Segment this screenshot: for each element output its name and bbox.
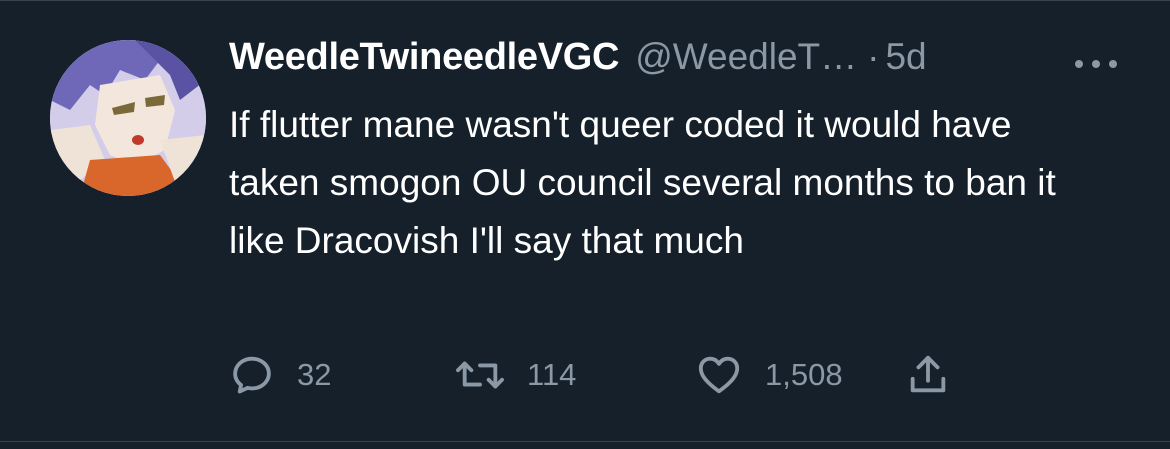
retweet-count: 114 [527, 357, 577, 392]
reply-count: 32 [297, 357, 332, 392]
more-dot [1092, 60, 1100, 68]
retweet-button[interactable]: 114 [455, 350, 576, 400]
like-count: 1,508 [765, 357, 843, 392]
retweet-icon [456, 361, 504, 389]
avatar-image [50, 40, 206, 196]
more-dot [1075, 60, 1083, 68]
reply-bubble-icon [233, 356, 271, 394]
avatar[interactable] [50, 40, 206, 196]
display-name[interactable]: WeedleTwineedleVGC [229, 36, 619, 79]
tweet-text: If flutter mane wasn't queer coded it wo… [229, 104, 1056, 261]
more-horizontal-icon[interactable] [1075, 54, 1135, 74]
share-upload-icon [910, 355, 946, 393]
tweet-content: WeedleTwineedleVGC @WeedleT… · 5d If flu… [229, 36, 1134, 270]
tweet-actions: 32 114 1,508 [229, 350, 989, 400]
reply-button[interactable]: 32 [229, 350, 331, 400]
like-button[interactable]: 1,508 [695, 350, 843, 400]
heart-icon [698, 356, 740, 394]
share-button[interactable] [905, 350, 951, 400]
tweet-header: WeedleTwineedleVGC @WeedleT… · 5d [229, 36, 1134, 88]
tweet-timestamp[interactable]: 5d [885, 36, 926, 78]
user-handle[interactable]: @WeedleT… [635, 36, 857, 78]
separator-dot: · [867, 36, 880, 77]
more-dot [1109, 60, 1117, 68]
bottom-divider [0, 441, 1170, 442]
top-divider [0, 0, 1170, 1]
